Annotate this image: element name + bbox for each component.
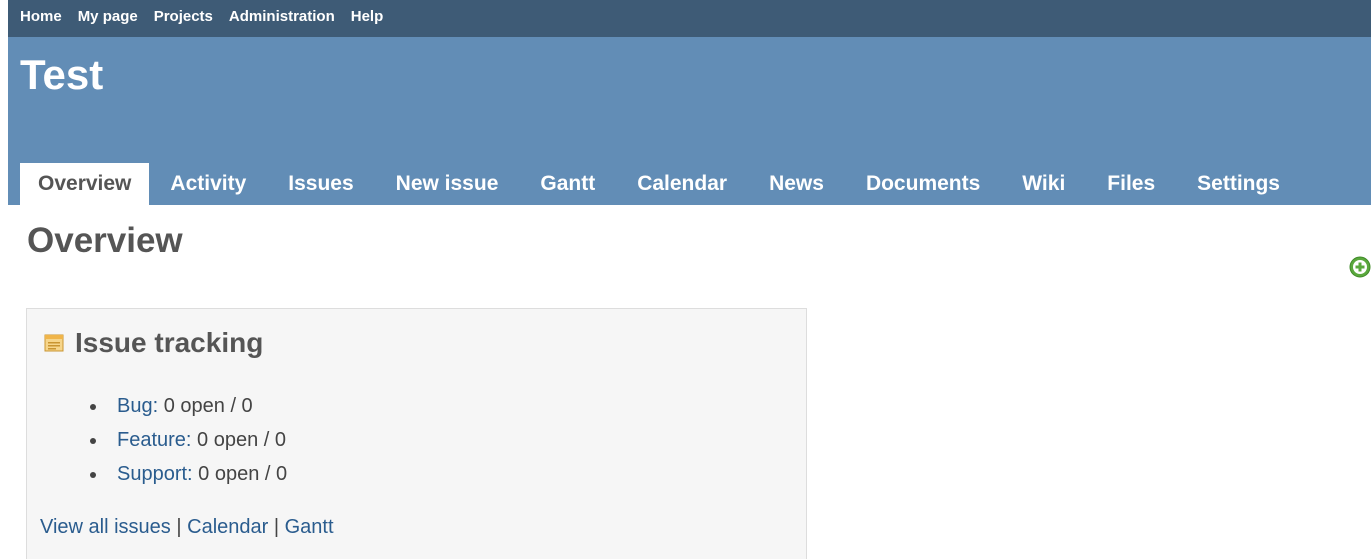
- tab-settings[interactable]: Settings: [1176, 163, 1301, 205]
- tab-gantt[interactable]: Gantt: [519, 163, 616, 205]
- header: Test Overview Activity Issues New issue …: [8, 37, 1371, 205]
- tracker-link-feature[interactable]: Feature:: [117, 429, 191, 451]
- main-menu: Overview Activity Issues New issue Gantt…: [20, 161, 1301, 205]
- issues-icon: [44, 334, 64, 352]
- tab-wiki[interactable]: Wiki: [1001, 163, 1086, 205]
- link-separator: |: [268, 516, 285, 538]
- view-all-issues-link[interactable]: View all issues: [40, 516, 171, 538]
- tab-calendar[interactable]: Calendar: [616, 163, 748, 205]
- tracker-link-support[interactable]: Support:: [117, 463, 193, 485]
- tracker-item-bug: Bug: 0 open / 0: [90, 389, 287, 423]
- tab-issues[interactable]: Issues: [267, 163, 374, 205]
- issue-tracking-box: Issue tracking Bug: 0 open / 0 Feature: …: [26, 308, 807, 559]
- tab-overview[interactable]: Overview: [20, 163, 150, 205]
- issue-tracking-links: View all issues | Calendar | Gantt: [40, 514, 334, 540]
- gantt-link[interactable]: Gantt: [285, 516, 334, 538]
- page-title: Overview: [27, 221, 183, 260]
- tab-files[interactable]: Files: [1086, 163, 1176, 205]
- top-menu: Home My page Projects Administration Hel…: [8, 0, 1371, 37]
- top-menu-home-link[interactable]: Home: [20, 8, 62, 25]
- issue-tracking-title: Issue tracking: [75, 327, 264, 358]
- tracker-stats-bug: 0 open / 0: [158, 395, 253, 417]
- top-menu-administration-link[interactable]: Administration: [229, 8, 335, 25]
- project-title: Test: [20, 51, 104, 98]
- top-menu-items: Home My page Projects Administration Hel…: [20, 8, 399, 25]
- tracker-link-bug[interactable]: Bug:: [117, 395, 158, 417]
- page: Home My page Projects Administration Hel…: [0, 0, 1371, 559]
- tab-new-issue[interactable]: New issue: [375, 163, 520, 205]
- issue-tracking-heading: Issue tracking: [43, 327, 263, 359]
- top-menu-projects-link[interactable]: Projects: [154, 8, 213, 25]
- tracker-stats-feature: 0 open / 0: [191, 429, 287, 451]
- calendar-link[interactable]: Calendar: [187, 516, 268, 538]
- link-separator: |: [170, 516, 188, 538]
- top-menu-help-link[interactable]: Help: [351, 8, 384, 25]
- tracker-stats-support: 0 open / 0: [192, 463, 288, 485]
- tab-news[interactable]: News: [748, 163, 845, 205]
- tracker-list: Bug: 0 open / 0 Feature: 0 open / 0 Supp…: [90, 389, 287, 491]
- tab-activity[interactable]: Activity: [149, 163, 267, 205]
- top-menu-my-page-link[interactable]: My page: [78, 8, 138, 25]
- tracker-item-feature: Feature: 0 open / 0: [90, 423, 287, 457]
- tab-documents[interactable]: Documents: [845, 163, 1001, 205]
- tracker-item-support: Support: 0 open / 0: [90, 457, 287, 491]
- plus-circle-icon[interactable]: [1349, 256, 1371, 278]
